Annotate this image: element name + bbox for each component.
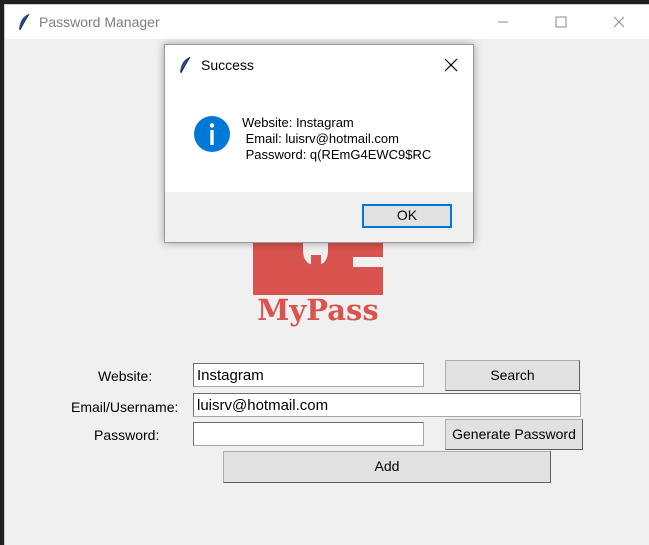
search-button[interactable]: Search [445, 360, 580, 391]
feather-icon [19, 13, 30, 31]
generate-password-button[interactable]: Generate Password [445, 419, 583, 450]
close-icon[interactable] [596, 5, 642, 39]
dialog-close-icon[interactable] [441, 55, 461, 75]
window-title: Password Manager [39, 14, 160, 30]
password-label: Password: [94, 427, 160, 443]
message-line: Email: luisrv@hotmail.com [242, 131, 399, 146]
dialog-title: Success [201, 57, 254, 73]
success-dialog: Success Website: Instagram Email: luisrv… [164, 44, 474, 243]
title-bar[interactable]: Password Manager [5, 5, 649, 39]
add-button[interactable]: Add [223, 451, 551, 483]
password-input[interactable] [193, 422, 424, 446]
dialog-message: Website: Instagram Email: luisrv@hotmail… [242, 115, 431, 163]
maximize-icon[interactable] [538, 5, 584, 39]
message-line: Website: Instagram [242, 115, 354, 130]
logo-text: MyPass [257, 293, 379, 327]
ok-button[interactable]: OK [362, 204, 452, 228]
dialog-footer: OK [165, 192, 473, 242]
info-icon [194, 116, 230, 152]
minimize-icon[interactable] [480, 5, 526, 39]
website-label: Website: [98, 368, 153, 384]
email-label: Email/Username: [71, 399, 179, 415]
message-line: Password: q(REmG4EWC9$RC [242, 147, 432, 162]
email-input[interactable] [193, 393, 581, 417]
feather-icon [180, 56, 191, 74]
website-input[interactable] [193, 363, 424, 387]
